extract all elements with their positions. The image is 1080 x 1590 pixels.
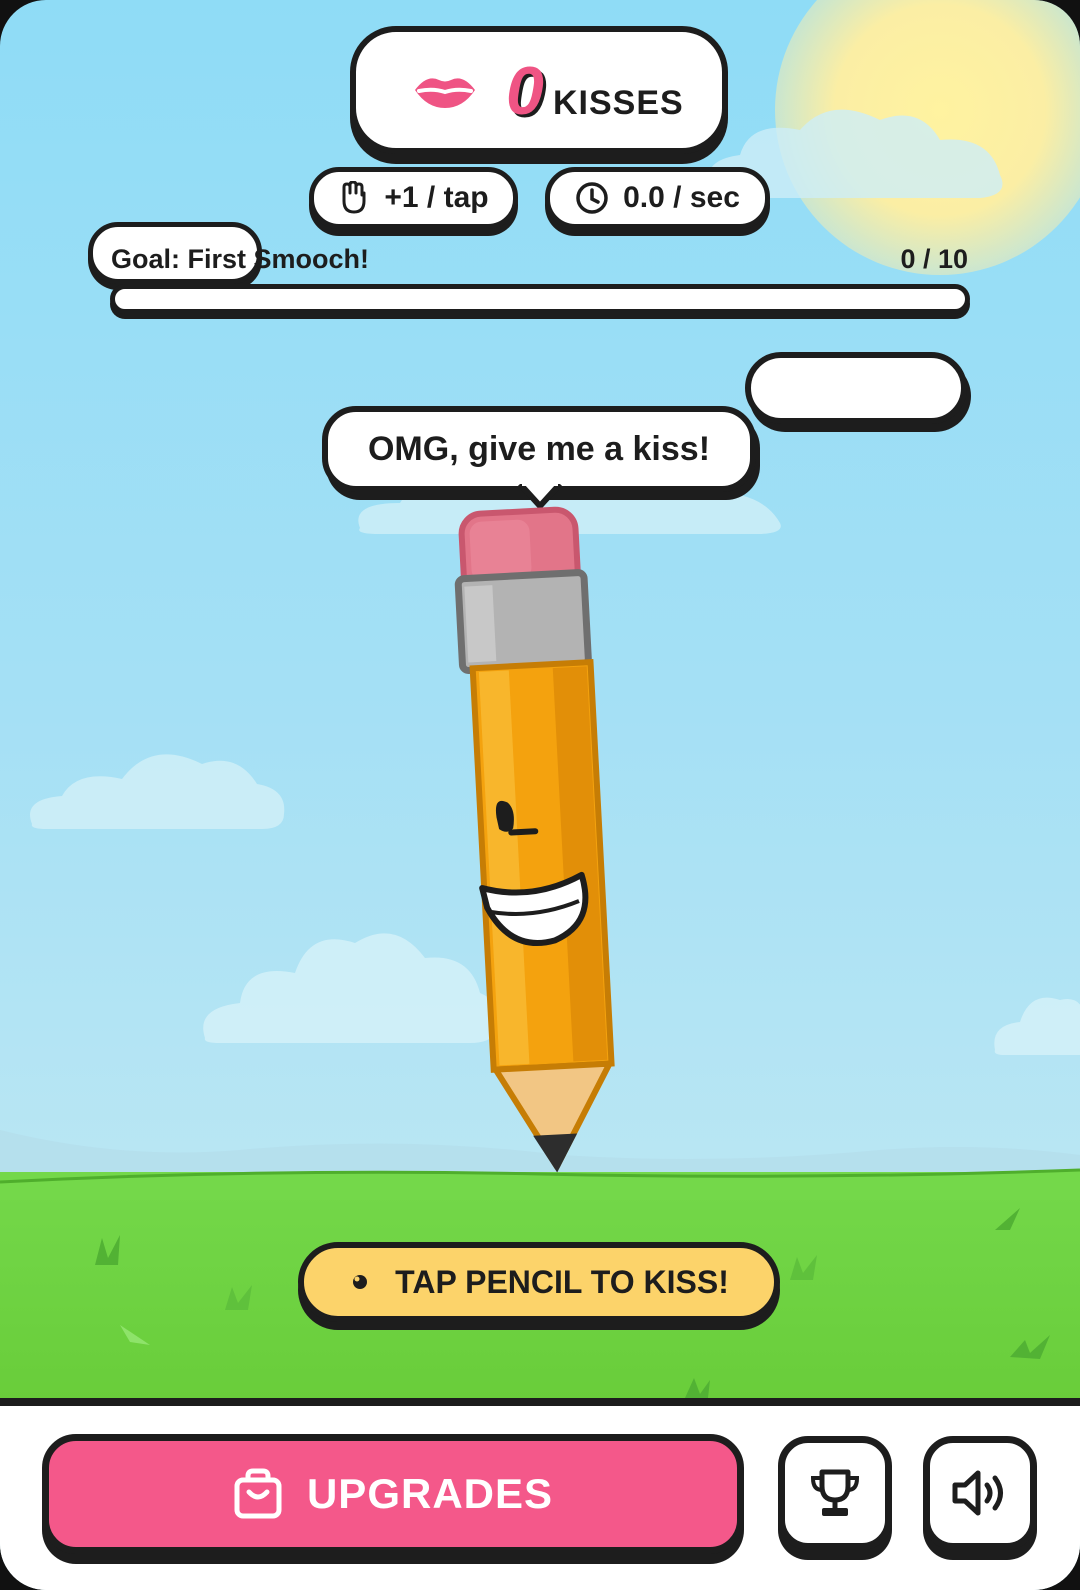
kiss-count: 0	[506, 53, 544, 129]
pencil-character[interactable]	[440, 505, 640, 1205]
goal-progress-bar	[110, 284, 970, 314]
cloud-left	[30, 754, 285, 829]
upgrades-button[interactable]: UPGRADES	[42, 1434, 744, 1554]
goal-label: Goal: First Smooch!	[111, 244, 370, 274]
kiss-count-label: KISSES	[553, 84, 684, 122]
grass-tuft	[1010, 1335, 1050, 1359]
lips-icon	[415, 78, 475, 108]
speech-bubble: OMG, give me a kiss!	[322, 406, 756, 492]
shopping-bag-icon	[234, 1468, 282, 1519]
game-screen: 0 KISSES +1 / tap 0.0 / sec Goal: First …	[0, 0, 1080, 1590]
per-second-label: 0.0 / sec	[623, 181, 740, 214]
sound-toggle-button[interactable]	[923, 1436, 1037, 1550]
grass-tuft	[995, 1208, 1020, 1230]
kiss-counter-panel: 0 KISSES	[350, 26, 728, 154]
upgrades-label: UPGRADES	[306, 1470, 554, 1517]
speech-text: OMG, give me a kiss!	[367, 429, 711, 468]
pointer-dot-icon	[353, 1275, 368, 1289]
tap-hint-label: TAP PENCIL TO KISS!	[395, 1263, 729, 1300]
per-tap-stat: +1 / tap	[309, 167, 518, 229]
per-tap-label: +1 / tap	[384, 181, 489, 214]
achievements-button[interactable]	[778, 1436, 892, 1550]
per-second-stat: 0.0 / sec	[545, 167, 770, 229]
speaker-volume-icon	[952, 1470, 1003, 1516]
grass-tuft	[225, 1285, 252, 1310]
tap-to-kiss-hint[interactable]: TAP PENCIL TO KISS!	[298, 1242, 780, 1322]
clock-icon	[576, 182, 608, 214]
trophy-icon	[810, 1469, 860, 1516]
grass-tuft	[120, 1325, 150, 1345]
empty-bubble	[745, 352, 967, 424]
grass-tuft	[685, 1378, 710, 1398]
grass-tuft	[95, 1235, 120, 1265]
grass-tuft	[790, 1255, 817, 1280]
cloud-right	[994, 997, 1080, 1055]
goal-progress-text: 0 / 10	[900, 244, 968, 274]
hand-icon	[342, 181, 366, 214]
